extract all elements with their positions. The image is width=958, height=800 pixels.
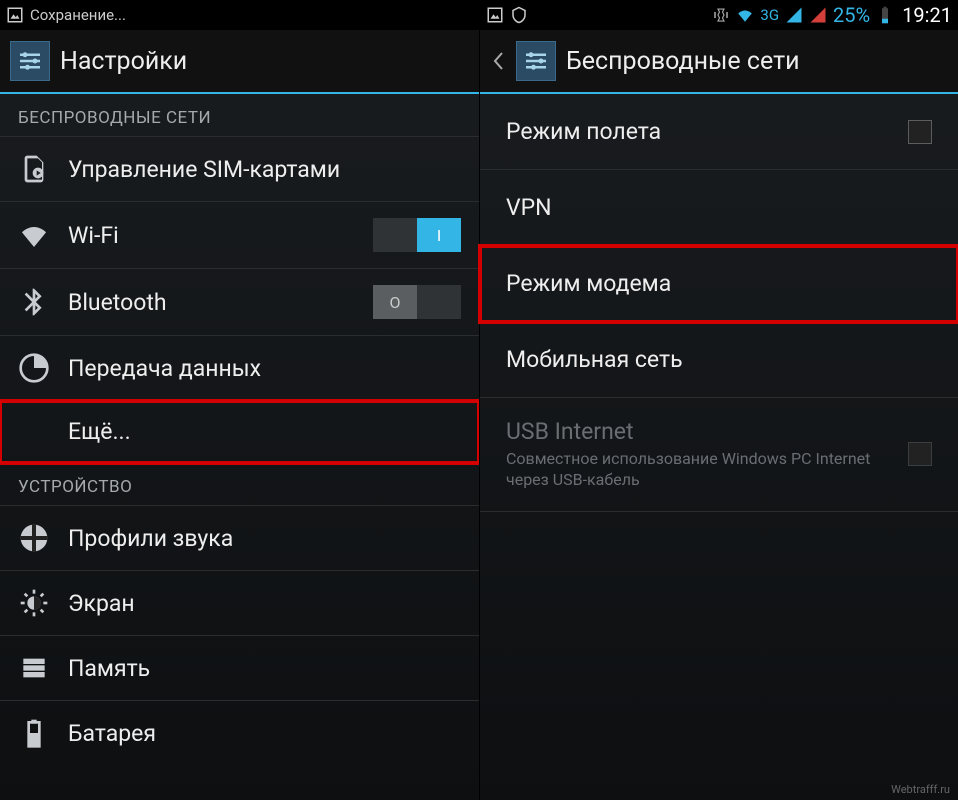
battery-icon: [18, 717, 50, 749]
signal-icon-1: [785, 6, 803, 24]
mobile-network-item[interactable]: Мобильная сеть: [480, 322, 958, 398]
settings-titlebar: Настройки: [0, 30, 479, 94]
shield-icon: [510, 6, 528, 24]
sim-management-item[interactable]: Управление SIM-картами: [0, 137, 479, 202]
section-device: УСТРОЙСТВО: [0, 463, 479, 506]
signal-icon-2: [809, 6, 827, 24]
data-icon: [18, 352, 50, 384]
clock: 19:21: [902, 3, 952, 27]
settings-icon: [10, 41, 50, 81]
settings-title: Настройки: [60, 47, 187, 76]
settings-pane: Сохранение... Настройки БЕСПРОВОДНЫЕ СЕТ…: [0, 0, 479, 800]
battery-percentage: 25%: [833, 3, 870, 27]
bluetooth-toggle[interactable]: O: [373, 285, 461, 319]
bluetooth-item[interactable]: Bluetooth O: [0, 269, 479, 336]
display-item[interactable]: Экран: [0, 571, 479, 636]
data-usage-item[interactable]: Передача данных: [0, 336, 479, 401]
vibrate-icon: [712, 6, 730, 24]
vpn-label: VPN: [506, 194, 932, 221]
wifi-label: Wi-Fi: [68, 222, 355, 249]
back-icon: [490, 41, 506, 81]
storage-item[interactable]: Память: [0, 636, 479, 701]
toggle-off-knob: O: [373, 285, 417, 319]
airplane-mode-item[interactable]: Режим полета: [480, 94, 958, 170]
image-icon: [6, 6, 24, 24]
statusbar-right: 3G 25% 19:21: [480, 0, 958, 30]
more-label: Ещё...: [68, 418, 461, 445]
sim-icon: [18, 153, 50, 185]
usb-internet-item: USB Internet Совместное использование Wi…: [480, 398, 958, 512]
settings-icon: [516, 41, 556, 81]
tethering-item[interactable]: Режим модема: [480, 246, 958, 322]
sound-profiles-item[interactable]: Профили звука: [0, 506, 479, 571]
tethering-label: Режим модема: [506, 270, 932, 297]
battery-item[interactable]: Батарея: [0, 701, 479, 765]
saving-label: Сохранение...: [30, 6, 126, 24]
wireless-title: Беспроводные сети: [566, 47, 800, 76]
wifi-icon: [18, 219, 50, 251]
storage-label: Память: [68, 655, 461, 682]
vpn-item[interactable]: VPN: [480, 170, 958, 246]
battery-status-icon: [876, 6, 894, 24]
display-label: Экран: [68, 590, 461, 617]
more-item[interactable]: Ещё...: [0, 401, 479, 463]
toggle-on-knob: I: [417, 218, 461, 252]
sound-label: Профили звука: [68, 525, 461, 552]
bluetooth-label: Bluetooth: [68, 289, 355, 316]
mobile-label: Мобильная сеть: [506, 346, 932, 373]
wifi-toggle[interactable]: I: [373, 218, 461, 252]
sound-icon: [18, 522, 50, 554]
battery-label: Батарея: [68, 720, 461, 747]
statusbar-left: Сохранение...: [0, 0, 479, 30]
display-icon: [18, 587, 50, 619]
wifi-item[interactable]: Wi-Fi I: [0, 202, 479, 269]
bluetooth-icon: [18, 286, 50, 318]
storage-icon: [18, 652, 50, 684]
image-icon: [486, 6, 504, 24]
wireless-pane: 3G 25% 19:21 Беспроводные сети Режим пол…: [479, 0, 958, 800]
usb-label: USB Internet: [506, 418, 890, 445]
data-label: Передача данных: [68, 355, 461, 382]
wireless-titlebar[interactable]: Беспроводные сети: [480, 30, 958, 94]
usb-checkbox: [908, 442, 932, 466]
sim-label: Управление SIM-картами: [68, 156, 461, 183]
network-type: 3G: [760, 6, 779, 24]
airplane-label: Режим полета: [506, 118, 890, 145]
usb-sublabel: Совместное использование Windows PC Inte…: [506, 449, 890, 491]
watermark: Webtrafff.ru: [891, 783, 950, 796]
airplane-checkbox[interactable]: [908, 120, 932, 144]
wifi-status-icon: [736, 6, 754, 24]
section-wireless: БЕСПРОВОДНЫЕ СЕТИ: [0, 94, 479, 137]
